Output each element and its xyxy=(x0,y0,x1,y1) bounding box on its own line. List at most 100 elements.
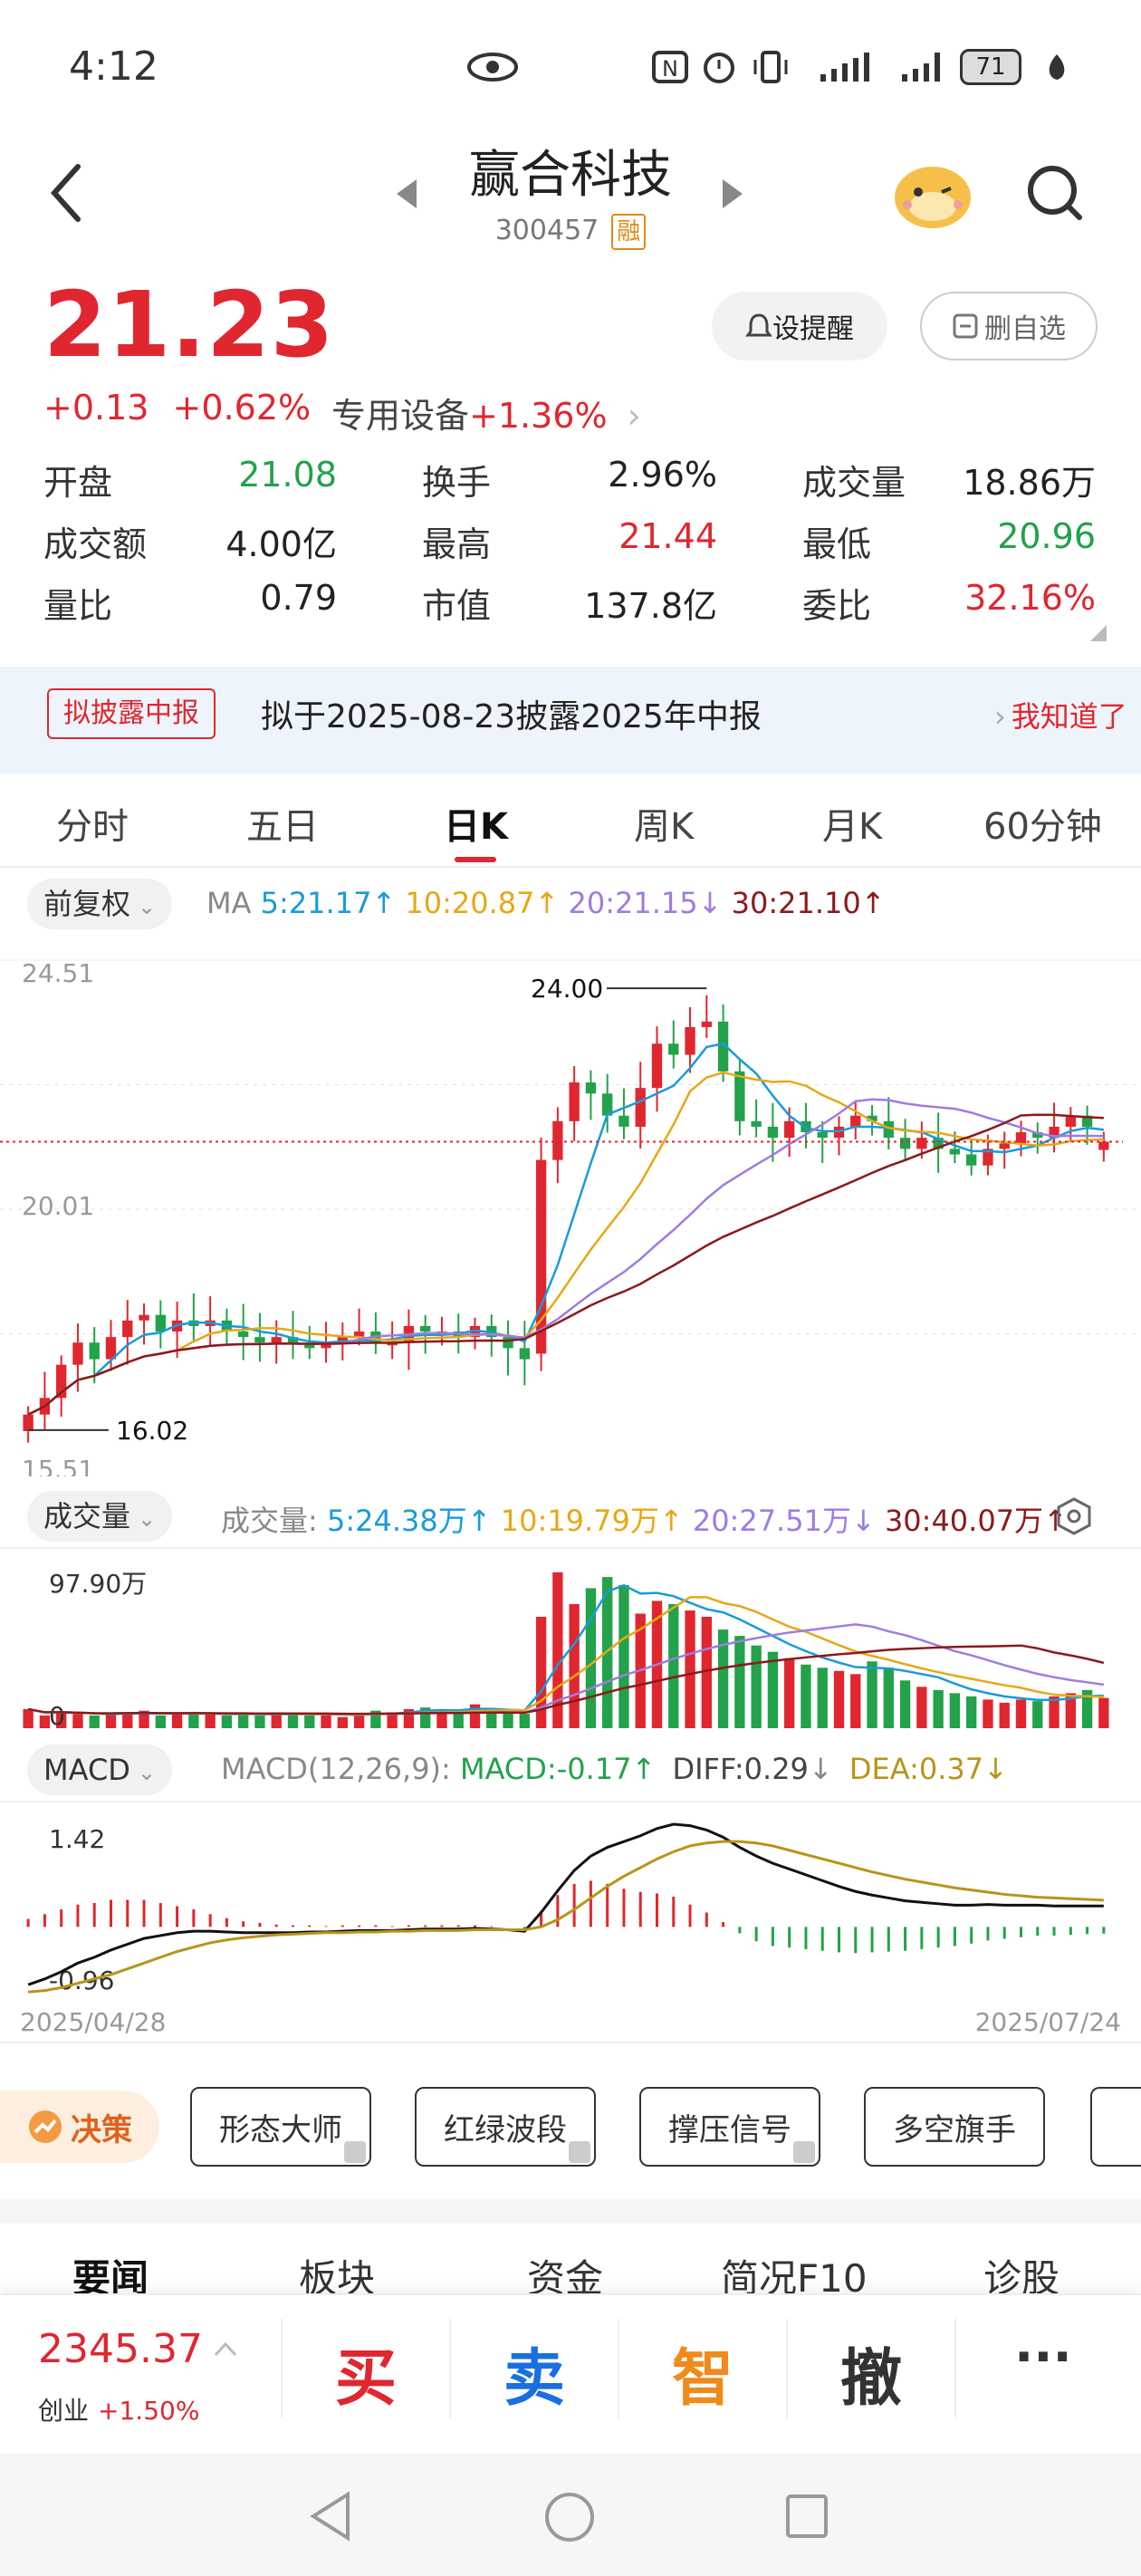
volume-bar xyxy=(999,1702,1010,1728)
svg-text:N: N xyxy=(662,56,678,82)
candle-body xyxy=(668,1043,679,1055)
sell-button[interactable]: 卖 xyxy=(503,2328,565,2417)
volume-selector[interactable]: 成交量 ⌄ xyxy=(27,1491,173,1542)
volume-bar xyxy=(817,1668,828,1728)
index-value[interactable]: 2345.37 xyxy=(38,2326,203,2372)
y-axis-label: 15.51 xyxy=(22,1455,94,1476)
candle-body xyxy=(635,1088,646,1127)
sector-name: 专用设备 xyxy=(331,396,470,436)
candle-body xyxy=(139,1314,149,1321)
volume-bar xyxy=(618,1584,629,1728)
arrow-down-icon: ↓ xyxy=(808,1752,833,1786)
candle-body xyxy=(701,1021,712,1027)
candle-body xyxy=(999,1143,1010,1149)
volume-bar xyxy=(685,1610,695,1728)
kline-chart[interactable]: 24.51 20.01 15.51 24.00 16.02 xyxy=(0,933,1141,1476)
candle-body xyxy=(238,1331,249,1338)
candle-body xyxy=(916,1138,927,1149)
volume-bar xyxy=(883,1668,894,1728)
volume-bar xyxy=(205,1714,216,1728)
chevron-up-icon[interactable] xyxy=(214,2341,237,2357)
tab-daily-k[interactable]: 日K xyxy=(444,797,508,850)
ma30-line xyxy=(27,1113,1104,1416)
volume-bar xyxy=(1098,1697,1109,1728)
trade-bar xyxy=(0,2293,1141,2453)
vol20-value: 20:27.51万 xyxy=(692,1504,851,1538)
volume-bar xyxy=(1049,1696,1060,1728)
tab-five-day[interactable]: 五日 xyxy=(246,797,319,850)
tab-60min[interactable]: 60分钟 xyxy=(983,797,1102,850)
macd-value: MACD:-0.17 xyxy=(459,1752,632,1786)
next-stock-icon[interactable] xyxy=(721,178,744,210)
tool-pattern-master-button[interactable]: 形态大师 xyxy=(190,2087,371,2167)
set-alert-button[interactable]: 设提醒 xyxy=(712,292,887,360)
macd-params: MACD(12,26,9): xyxy=(221,1752,451,1786)
macd-chart[interactable]: 1.42 -0.96 2025/04/28 2025/07/24 xyxy=(0,1802,1141,2040)
candle-body xyxy=(850,1115,861,1127)
candle-body xyxy=(949,1149,961,1155)
candle-body xyxy=(685,1026,695,1055)
search-icon[interactable] xyxy=(1023,161,1087,225)
volume-bar xyxy=(751,1645,762,1728)
arrow-down-icon: ↓ xyxy=(697,886,723,920)
stat-value: 20.96 xyxy=(997,516,1096,556)
volume-selector-label: 成交量 xyxy=(43,1499,131,1533)
mascot-icon[interactable] xyxy=(889,154,976,232)
candle-body xyxy=(89,1342,100,1360)
cancel-order-button[interactable]: 撤 xyxy=(840,2328,902,2417)
strategy-badge[interactable]: 决策 xyxy=(0,2091,159,2163)
remove-watchlist-button[interactable]: 删自选 xyxy=(920,292,1098,360)
volume-bar xyxy=(171,1714,183,1728)
tool-more-partial[interactable] xyxy=(1090,2087,1141,2167)
divider xyxy=(0,2042,1141,2043)
tab-intraday[interactable]: 分时 xyxy=(56,797,129,850)
nav-recents-icon[interactable] xyxy=(784,2493,829,2540)
volume-bar xyxy=(254,1715,265,1728)
stat-value: 21.08 xyxy=(238,455,337,495)
stat-value: 32.16% xyxy=(964,578,1096,618)
ma10-line xyxy=(27,1071,1104,1416)
candle-body xyxy=(784,1120,795,1139)
nav-back-icon[interactable] xyxy=(308,2491,353,2542)
volume-chart[interactable]: 97.90万 0 xyxy=(0,1551,1141,1737)
sector-link[interactable]: 专用设备+1.36% › xyxy=(331,388,641,437)
volume-bar xyxy=(287,1714,299,1728)
battery-icon: 71 xyxy=(960,49,1021,85)
tab-monthly-k[interactable]: 月K xyxy=(822,797,882,850)
tool-wave-button[interactable]: 红绿波段 xyxy=(415,2087,596,2167)
diff-line xyxy=(27,1822,1104,1986)
chevron-down-icon: ⌄ xyxy=(137,1760,157,1785)
volume-bar xyxy=(105,1714,117,1728)
volume-bar xyxy=(784,1658,795,1728)
macd-selector[interactable]: MACD ⌄ xyxy=(27,1745,173,1795)
candle-body xyxy=(23,1414,34,1432)
candle-body xyxy=(966,1154,977,1166)
diff-value: DIFF:0.29 xyxy=(672,1752,809,1786)
notice-dismiss-button[interactable]: › 我知道了 xyxy=(994,694,1127,735)
settings-hex-icon[interactable] xyxy=(1054,1496,1094,1536)
volume-bar xyxy=(453,1712,464,1728)
divider xyxy=(0,866,1141,868)
tool-support-signal-button[interactable]: 撑压信号 xyxy=(639,2087,820,2167)
stock-code: 300457 xyxy=(494,215,599,246)
more-button[interactable]: ··· xyxy=(1014,2328,1072,2387)
index-pct: +1.50% xyxy=(98,2396,200,2426)
buy-button[interactable]: 买 xyxy=(335,2328,397,2417)
chevron-right-icon: › xyxy=(994,699,1006,734)
volume-bar xyxy=(1015,1699,1027,1728)
arrow-up-icon: ↑ xyxy=(371,886,397,920)
adjust-selector[interactable]: 前复权 ⌄ xyxy=(27,879,173,929)
expand-corner-icon[interactable] xyxy=(1090,625,1107,641)
ma30-value: 30:21.10 xyxy=(731,886,861,920)
volume-bar xyxy=(503,1712,513,1728)
arrow-up-icon: ↑ xyxy=(631,1752,657,1786)
nav-home-icon[interactable] xyxy=(543,2491,596,2543)
tab-weekly-k[interactable]: 周K xyxy=(634,797,694,850)
smart-trade-button[interactable]: 智 xyxy=(672,2328,734,2417)
tool-bull-bear-button[interactable]: 多空旗手 xyxy=(864,2087,1045,2167)
vol10-value: 10:19.79万 xyxy=(500,1504,659,1538)
volume-bar xyxy=(899,1680,911,1728)
stat-label: 最高 xyxy=(422,524,492,564)
lock-icon xyxy=(793,2141,815,2163)
volume-bar xyxy=(353,1714,365,1728)
